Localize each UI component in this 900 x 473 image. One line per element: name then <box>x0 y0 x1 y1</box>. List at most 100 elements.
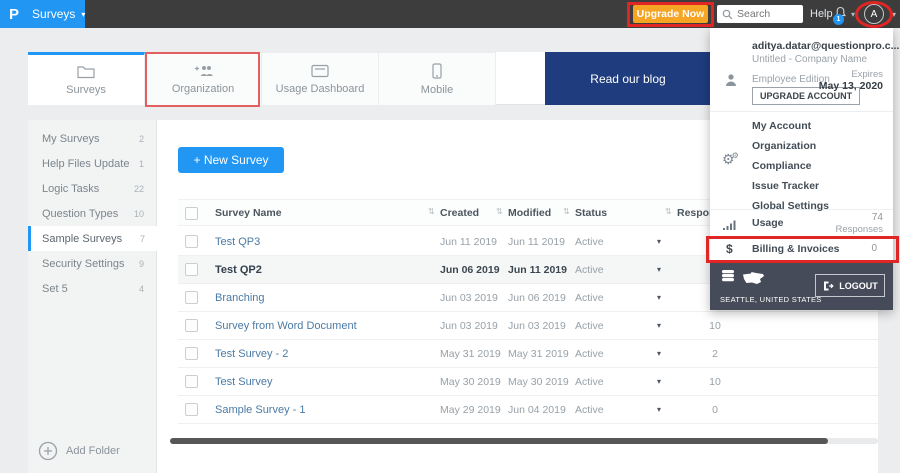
modified-date: Jun 11 2019 <box>508 236 566 248</box>
billing-invoices-menu-item[interactable]: $ Billing & Invoices 0 <box>710 238 893 263</box>
status-value: Active <box>575 236 604 248</box>
account-menu-item-issue-tracker[interactable]: Issue Tracker <box>710 176 893 196</box>
circle-plus-icon <box>38 441 58 461</box>
survey-name-link[interactable]: Test QP3 <box>215 236 260 248</box>
survey-name-link[interactable]: Survey from Word Document <box>215 320 357 332</box>
folder-count: 4 <box>138 283 144 294</box>
modified-date: Jun 06 2019 <box>508 292 566 304</box>
sort-icon[interactable]: ⇅ <box>496 207 503 216</box>
status-dropdown-caret[interactable]: ▾ <box>657 293 661 302</box>
chevron-down-icon[interactable]: ▾ <box>851 10 855 19</box>
search-box[interactable] <box>717 5 803 23</box>
folder-count: 7 <box>139 233 145 244</box>
gears-icon: ⚙⚙ <box>722 151 739 167</box>
status-dropdown-caret[interactable]: ▾ <box>657 405 661 414</box>
sidebar-folder-item[interactable]: Sample Surveys 7 <box>28 226 157 251</box>
folder-label: Set 5 <box>42 282 68 295</box>
status-dropdown-caret[interactable]: ▾ <box>657 349 661 358</box>
header-modified[interactable]: Modified <box>508 207 551 219</box>
row-checkbox[interactable] <box>185 347 198 360</box>
folder-count: 9 <box>138 258 144 269</box>
chevron-down-icon[interactable]: ▾ <box>892 10 896 19</box>
module-tabs: Surveys Organization Usage Dashboard Mob… <box>28 52 545 105</box>
sidebar-folder-item[interactable]: Help Files Update 1 <box>28 151 156 176</box>
sort-icon[interactable]: ⇅ <box>428 207 435 216</box>
avatar[interactable]: A <box>864 4 884 24</box>
account-menu-items: My Account Organization Compliance Issue Tr… <box>710 116 893 216</box>
table-row[interactable]: Sample Survey - 1 May 29 2019 Jun 04 201… <box>178 396 878 424</box>
dollar-icon: $ <box>726 242 733 256</box>
folder-count: 1 <box>138 158 144 169</box>
folder-label: My Surveys <box>42 132 100 145</box>
created-date: Jun 11 2019 <box>440 236 498 248</box>
sidebar-folder-item[interactable]: Logic Tasks 22 <box>28 176 156 201</box>
tab-mobile[interactable]: Mobile <box>379 52 496 105</box>
notification-count-badge: 1 <box>833 14 844 25</box>
tab-usage-dashboard[interactable]: Usage Dashboard <box>262 52 379 105</box>
folders-sidebar: My Surveys 2 Help Files Update 1 Logic T… <box>28 120 157 473</box>
response-count: 10 <box>709 376 721 388</box>
tab-organization[interactable]: Organization <box>145 52 262 105</box>
sidebar-folder-item[interactable]: Question Types 10 <box>28 201 156 226</box>
sidebar-folder-item[interactable]: Set 5 4 <box>28 276 156 301</box>
response-count: 10 <box>709 320 721 332</box>
add-folder-button[interactable]: Add Folder <box>38 441 120 461</box>
tab-label: Organization <box>171 82 235 95</box>
search-input[interactable] <box>737 8 799 20</box>
row-checkbox[interactable] <box>185 291 198 304</box>
new-survey-button[interactable]: + New Survey <box>178 147 284 173</box>
survey-name-link[interactable]: Sample Survey - 1 <box>215 404 305 416</box>
header-survey-name[interactable]: Survey Name <box>215 207 282 219</box>
survey-name-link[interactable]: Test Survey - 2 <box>215 348 288 360</box>
billing-label: Billing & Invoices <box>752 243 840 255</box>
table-row[interactable]: Survey from Word Document Jun 03 2019 Ju… <box>178 312 878 340</box>
help-link[interactable]: Help <box>810 8 833 20</box>
scrollbar-thumb[interactable] <box>170 438 828 444</box>
tab-surveys[interactable]: Surveys <box>28 52 145 105</box>
usage-menu-item[interactable]: Usage 74 Responses <box>710 210 893 238</box>
survey-name-link[interactable]: Branching <box>215 292 265 304</box>
table-row[interactable]: Test Survey May 30 2019 May 30 2019 Acti… <box>178 368 878 396</box>
status-dropdown-caret[interactable]: ▾ <box>657 321 661 330</box>
row-checkbox[interactable] <box>185 263 198 276</box>
status-dropdown-caret[interactable]: ▾ <box>657 237 661 246</box>
horizontal-scrollbar[interactable] <box>170 438 878 444</box>
survey-name-link[interactable]: Test QP2 <box>215 264 262 276</box>
folder-count: 22 <box>133 183 144 194</box>
account-menu-item-my-account[interactable]: My Account <box>710 116 893 136</box>
header-created[interactable]: Created <box>440 207 479 219</box>
logout-icon <box>824 281 834 290</box>
read-our-blog-button[interactable]: Read our blog <box>545 52 711 105</box>
add-people-icon <box>195 65 213 76</box>
row-checkbox[interactable] <box>185 319 198 332</box>
row-checkbox[interactable] <box>185 403 198 416</box>
table-row[interactable]: Test Survey - 2 May 31 2019 May 31 2019 … <box>178 340 878 368</box>
add-folder-label: Add Folder <box>66 445 120 457</box>
person-icon <box>726 74 736 86</box>
survey-name-link[interactable]: Test Survey <box>215 376 272 388</box>
created-date: May 30 2019 <box>440 376 501 388</box>
upgrade-now-button[interactable]: Upgrade Now <box>633 5 708 23</box>
product-menu[interactable]: P Surveys ▾ <box>0 0 85 28</box>
row-checkbox[interactable] <box>185 375 198 388</box>
status-dropdown-caret[interactable]: ▾ <box>657 377 661 386</box>
tab-label: Surveys <box>66 83 106 96</box>
folder-label: Security Settings <box>42 257 125 270</box>
tab-label: Mobile <box>420 83 454 96</box>
usa-map-icon <box>743 272 764 284</box>
folder-count: 10 <box>133 208 144 219</box>
folder-icon <box>77 65 95 78</box>
sidebar-folder-item[interactable]: My Surveys 2 <box>28 126 156 151</box>
sort-icon[interactable]: ⇅ <box>665 207 672 216</box>
header-status[interactable]: Status <box>575 207 607 219</box>
status-dropdown-caret[interactable]: ▾ <box>657 265 661 274</box>
usage-value: 74 Responses <box>835 212 883 236</box>
sort-icon[interactable]: ⇅ <box>563 207 570 216</box>
usage-unit: Responses <box>835 224 883 235</box>
select-all-checkbox[interactable] <box>185 207 198 220</box>
sidebar-folder-item[interactable]: Security Settings 9 <box>28 251 156 276</box>
row-checkbox[interactable] <box>185 235 198 248</box>
logout-button[interactable]: LOGOUT <box>815 274 885 297</box>
product-menu-label: Surveys <box>32 7 76 21</box>
status-value: Active <box>575 376 604 388</box>
